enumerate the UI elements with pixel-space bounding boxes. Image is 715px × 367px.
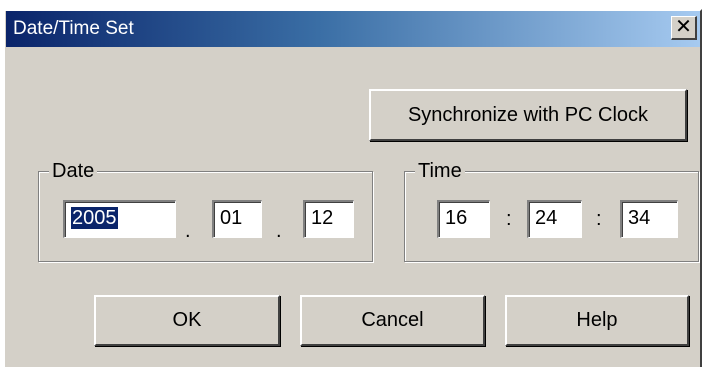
month-field[interactable]: 01 [212, 200, 262, 238]
minute-value: 24 [535, 207, 558, 229]
hour-value: 16 [445, 207, 468, 229]
date-separator-2: . [276, 220, 282, 242]
window-title: Date/Time Set [13, 18, 134, 39]
date-separator-1: . [185, 220, 191, 242]
help-button[interactable]: Help [505, 295, 689, 346]
ok-button[interactable]: OK [94, 295, 280, 346]
year-field[interactable]: 2005 [63, 200, 176, 238]
cancel-button[interactable]: Cancel [300, 295, 485, 346]
close-button[interactable]: ✕ [671, 16, 697, 40]
minute-field[interactable]: 24 [527, 200, 582, 238]
day-field[interactable]: 12 [303, 200, 354, 238]
day-value: 12 [311, 207, 334, 229]
time-separator-1: : [506, 208, 512, 230]
second-value: 34 [628, 207, 651, 229]
time-group-label: Time [415, 159, 465, 183]
time-separator-2: : [596, 208, 602, 230]
synchronize-button[interactable]: Synchronize with PC Clock [369, 89, 687, 141]
cancel-button-label: Cancel [361, 309, 424, 331]
synchronize-button-label: Synchronize with PC Clock [407, 104, 649, 126]
month-value: 01 [220, 207, 243, 229]
second-field[interactable]: 34 [620, 200, 678, 238]
year-value: 2005 [71, 207, 118, 229]
title-bar[interactable]: Date/Time Set ✕ [6, 11, 700, 47]
ok-button-label: OK [172, 309, 202, 331]
close-icon: ✕ [675, 16, 692, 38]
date-group-label: Date [49, 159, 98, 183]
help-button-label: Help [576, 309, 618, 331]
hour-field[interactable]: 16 [437, 200, 490, 238]
